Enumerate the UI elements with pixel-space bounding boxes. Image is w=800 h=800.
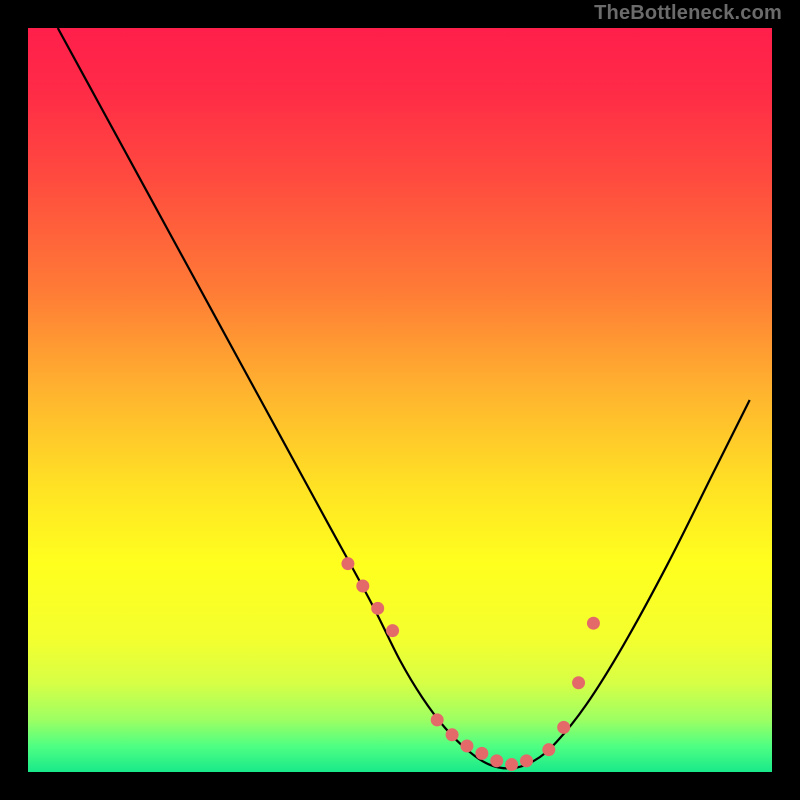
highlight-dot bbox=[460, 739, 473, 752]
frame-right bbox=[772, 0, 800, 800]
highlight-dot bbox=[490, 754, 503, 767]
highlight-dot bbox=[505, 758, 518, 771]
highlight-dot bbox=[371, 602, 384, 615]
highlight-dot bbox=[386, 624, 399, 637]
highlight-dot bbox=[341, 557, 354, 570]
highlight-dot bbox=[356, 580, 369, 593]
highlight-dot bbox=[572, 676, 585, 689]
highlight-dot bbox=[520, 754, 533, 767]
highlight-dot bbox=[557, 721, 570, 734]
highlight-dot bbox=[475, 747, 488, 760]
bottleneck-chart bbox=[0, 0, 800, 800]
chart-stage: TheBottleneck.com bbox=[0, 0, 800, 800]
highlight-dot bbox=[542, 743, 555, 756]
highlight-dot bbox=[446, 728, 459, 741]
watermark-text: TheBottleneck.com bbox=[594, 2, 782, 25]
frame-left bbox=[0, 0, 28, 800]
highlight-dot bbox=[431, 713, 444, 726]
frame-bottom bbox=[0, 772, 800, 800]
highlight-dot bbox=[587, 617, 600, 630]
